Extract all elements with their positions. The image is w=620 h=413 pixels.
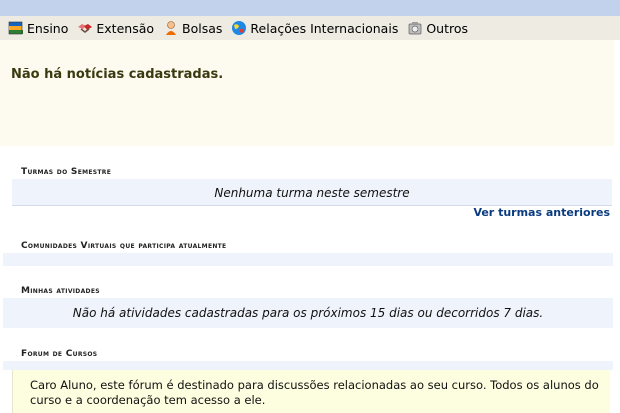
menu-item-outros[interactable]: Outros (407, 20, 468, 36)
comunidades-band (3, 253, 613, 266)
turmas-band: Nenhuma turma neste semestre (12, 179, 612, 205)
top-bar (0, 0, 620, 16)
section-title-comunidades: Comunidades Virtuais que participa atual… (21, 241, 227, 251)
menu-item-relacoes-internacionais[interactable]: Relações Internacionais (231, 20, 398, 36)
menu-item-label: Relações Internacionais (250, 20, 399, 36)
menu-item-extensao[interactable]: Extensão (77, 20, 154, 36)
menu-item-label: Outros (426, 20, 469, 36)
news-empty-message: Não há notícias cadastradas. (11, 67, 224, 82)
gear-icon (407, 20, 423, 36)
menu-item-bolsas[interactable]: Bolsas (163, 20, 222, 36)
globe-icon (231, 20, 247, 36)
menu-item-label: Ensino (27, 20, 69, 36)
forum-band (3, 361, 613, 370)
menu-item-label: Extensão (96, 20, 155, 36)
section-title-turmas: Turmas do Semestre (21, 167, 112, 177)
person-icon (163, 20, 179, 36)
section-title-atividades: Minhas atividades (21, 286, 100, 296)
turmas-empty-message: Nenhuma turma neste semestre (214, 186, 410, 200)
handshake-icon (77, 20, 93, 36)
forum-description: Caro Aluno, este fórum é destinado para … (30, 378, 599, 407)
atividades-band: Não há atividades cadastradas para os pr… (3, 298, 613, 328)
section-title-forum: Forum de Cursos (21, 349, 98, 359)
atividades-empty-message: Não há atividades cadastradas para os pr… (72, 306, 544, 320)
ver-turmas-anteriores-link[interactable]: Ver turmas anteriores (473, 206, 610, 219)
forum-info-box: Caro Aluno, este fórum é destinado para … (12, 370, 610, 413)
main-menu-bar: Ensino Extensão Bolsas Relações Internac… (0, 16, 620, 40)
books-icon (8, 20, 24, 36)
menu-item-ensino[interactable]: Ensino (8, 20, 68, 36)
menu-item-label: Bolsas (182, 20, 223, 36)
news-panel: Não há notícias cadastradas. (0, 40, 614, 146)
